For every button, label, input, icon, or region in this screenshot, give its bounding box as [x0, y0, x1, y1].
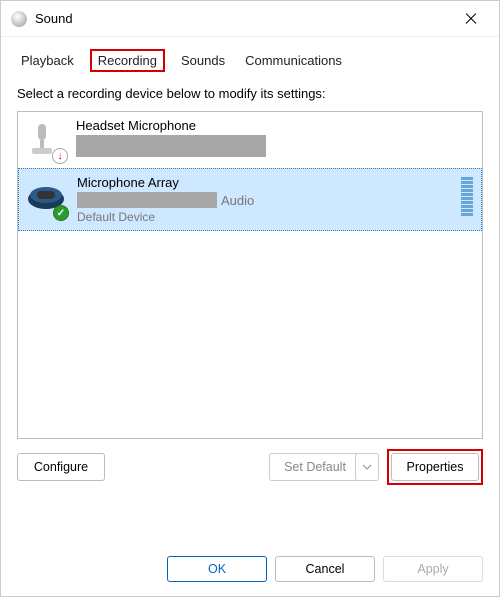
mic-array-icon: ✓: [25, 177, 67, 219]
device-item-microphone-array[interactable]: ✓ Microphone Array Audio Default Device: [18, 168, 482, 231]
level-meter: [461, 177, 473, 216]
tab-playback[interactable]: Playback: [17, 49, 78, 72]
device-list[interactable]: ↓ Headset Microphone ✓: [17, 111, 483, 439]
properties-highlight: Properties: [387, 449, 483, 485]
content-area: Playback Recording Sounds Communications…: [1, 37, 499, 546]
sound-dialog: Sound Playback Recording Sounds Communic…: [0, 0, 500, 597]
device-description: [76, 135, 474, 157]
close-icon: [464, 12, 478, 26]
tab-sounds[interactable]: Sounds: [177, 49, 229, 72]
configure-button[interactable]: Configure: [17, 453, 105, 481]
redacted-text: [77, 192, 217, 208]
set-default-dropdown[interactable]: [355, 453, 379, 481]
window-title: Sound: [35, 11, 451, 26]
device-desc-suffix: Audio: [221, 193, 254, 208]
properties-button[interactable]: Properties: [391, 453, 479, 481]
device-item-headset-microphone[interactable]: ↓ Headset Microphone: [18, 112, 482, 168]
set-default-button[interactable]: Set Default: [269, 453, 361, 481]
sound-icon: [11, 11, 27, 27]
instruction-text: Select a recording device below to modif…: [17, 86, 483, 101]
device-info: Headset Microphone: [76, 118, 474, 157]
device-status: Default Device: [77, 210, 451, 224]
device-info: Microphone Array Audio Default Device: [77, 175, 451, 224]
tab-communications[interactable]: Communications: [241, 49, 346, 72]
apply-button: Apply: [383, 556, 483, 582]
dialog-footer: OK Cancel Apply: [1, 546, 499, 596]
check-badge-icon: ✓: [53, 205, 69, 221]
device-name: Headset Microphone: [76, 118, 474, 133]
device-name: Microphone Array: [77, 175, 451, 190]
action-buttons: Configure Set Default Properties: [17, 449, 483, 485]
chevron-down-icon: [362, 464, 372, 470]
redacted-text: [76, 135, 266, 157]
titlebar: Sound: [1, 1, 499, 37]
tab-recording[interactable]: Recording: [90, 49, 165, 72]
device-description: Audio: [77, 192, 451, 208]
headset-mic-icon: ↓: [24, 120, 66, 162]
down-arrow-badge-icon: ↓: [52, 148, 68, 164]
close-button[interactable]: [451, 4, 491, 34]
tab-strip: Playback Recording Sounds Communications: [17, 49, 483, 72]
set-default-group: Set Default: [269, 453, 379, 481]
ok-button[interactable]: OK: [167, 556, 267, 582]
cancel-button[interactable]: Cancel: [275, 556, 375, 582]
